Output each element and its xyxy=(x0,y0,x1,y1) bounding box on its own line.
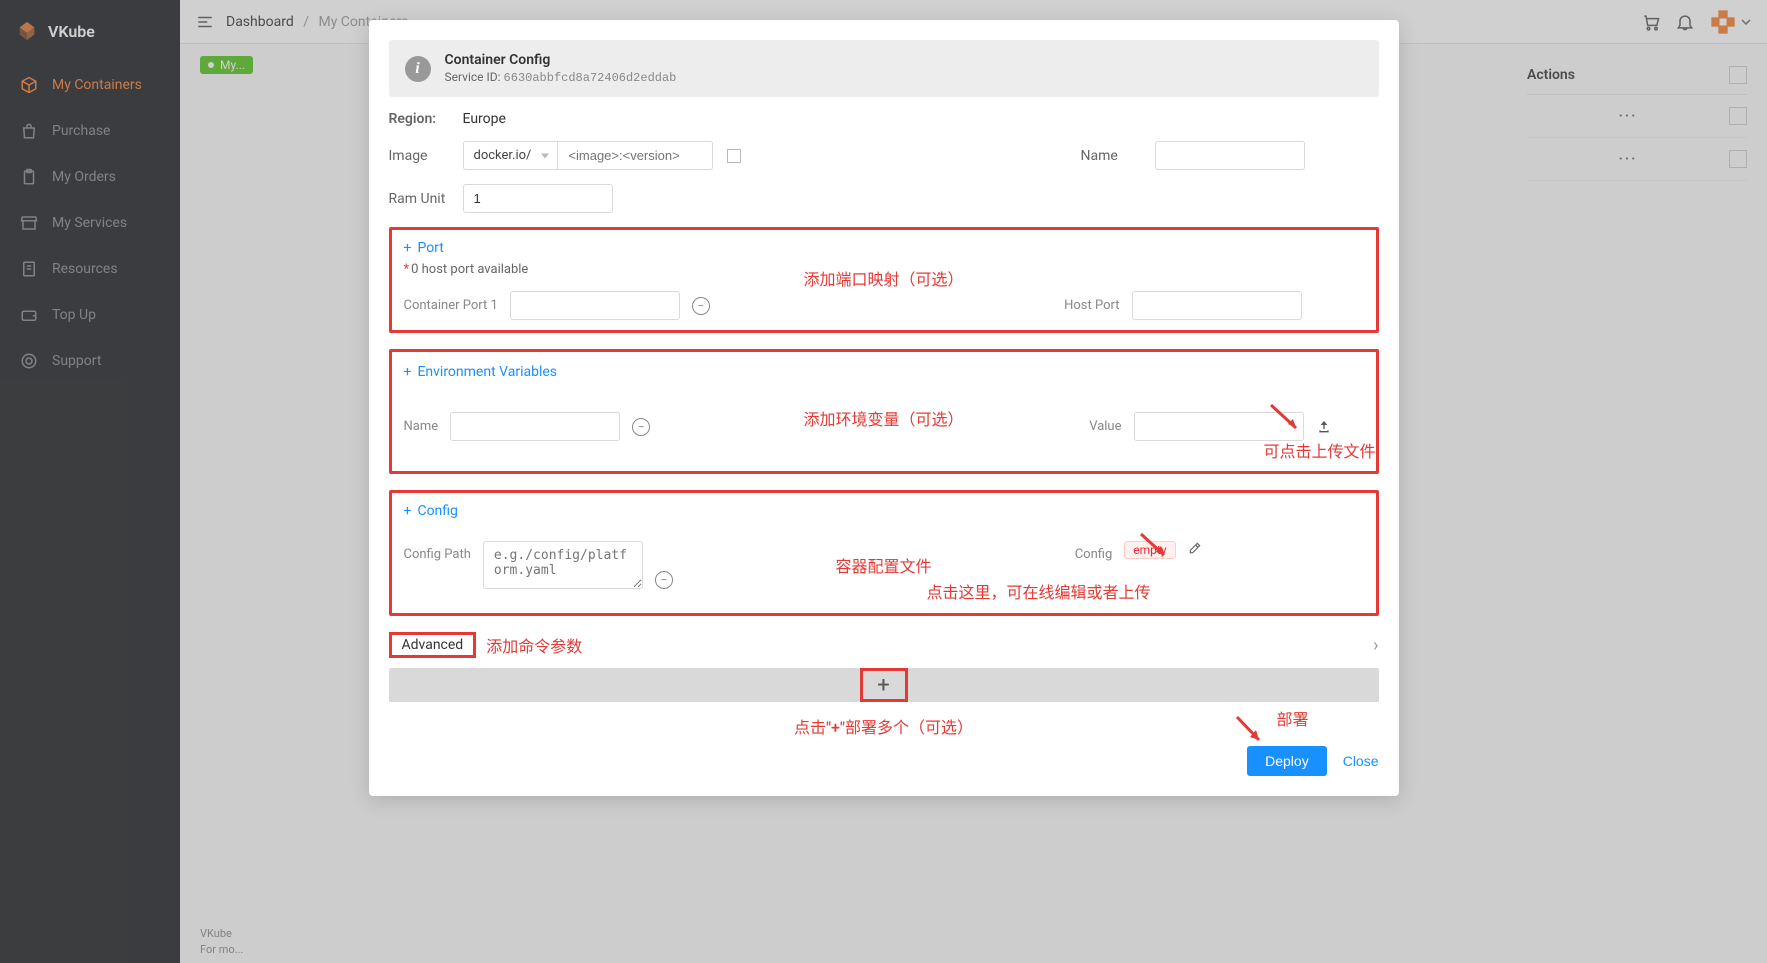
info-icon: i xyxy=(405,56,431,82)
add-port-link[interactable]: +Port xyxy=(404,240,444,256)
container-port-input[interactable] xyxy=(510,291,680,320)
config-value-label: Config xyxy=(1075,541,1113,562)
region-label: Region: xyxy=(389,111,449,127)
host-port-input[interactable] xyxy=(1132,291,1302,320)
annotation-config-edit: 点击这里，可在线编辑或者上传 xyxy=(927,579,1151,603)
modal-header: i Container Config Service ID: 6630abbfc… xyxy=(389,40,1379,97)
annotation-advanced: 添加命令参数 xyxy=(486,633,582,657)
env-section: +Environment Variables 添加环境变量（可选） Name −… xyxy=(389,349,1379,474)
chevron-right-icon[interactable]: › xyxy=(1373,635,1378,656)
advanced-row[interactable]: Advanced 添加命令参数 › xyxy=(389,632,1379,658)
edit-icon[interactable] xyxy=(1188,541,1202,555)
arrow-annotation xyxy=(1136,529,1176,573)
ram-label: Ram Unit xyxy=(389,191,449,207)
name-input[interactable] xyxy=(1155,141,1305,170)
env-name-input[interactable] xyxy=(450,412,620,441)
remove-config-button[interactable]: − xyxy=(655,571,673,589)
image-registry-select[interactable]: docker.io/ xyxy=(463,141,559,170)
annotation-upload: 可点击上传文件 xyxy=(1263,438,1375,462)
config-path-label: Config Path xyxy=(404,541,471,562)
port-section: +Port *0 host port available 添加端口映射（可选） … xyxy=(389,227,1379,333)
add-container-bar[interactable]: + xyxy=(389,668,1379,702)
modal-subtitle: Service ID: 6630abbfcd8a72406d2eddab xyxy=(445,70,677,85)
plus-icon: + xyxy=(860,668,908,702)
container-config-modal: i Container Config Service ID: 6630abbfc… xyxy=(369,20,1399,796)
ram-input[interactable] xyxy=(463,184,613,213)
remove-port-button[interactable]: − xyxy=(692,297,710,315)
image-input[interactable] xyxy=(558,141,713,170)
image-label: Image xyxy=(389,148,449,164)
add-env-link[interactable]: +Environment Variables xyxy=(404,364,558,380)
modal-title: Container Config xyxy=(445,52,677,68)
annotation-deploy: 部署 xyxy=(1276,706,1308,730)
close-button[interactable]: Close xyxy=(1343,753,1379,769)
container-port-label: Container Port 1 xyxy=(404,298,498,313)
env-value-label: Value xyxy=(1089,419,1121,434)
name-label: Name xyxy=(1081,148,1141,164)
advanced-label: Advanced xyxy=(389,632,477,658)
annotation-env: 添加环境变量（可选） xyxy=(803,406,963,430)
upload-icon[interactable] xyxy=(1316,419,1332,435)
env-name-label: Name xyxy=(404,419,439,434)
annotation-port: 添加端口映射（可选） xyxy=(803,266,963,290)
remove-env-button[interactable]: − xyxy=(632,418,650,436)
image-checkbox[interactable] xyxy=(727,149,741,163)
annotation-config-file: 容器配置文件 xyxy=(835,553,931,577)
host-port-label: Host Port xyxy=(1064,298,1119,313)
arrow-annotation xyxy=(1229,712,1269,756)
config-section: +Config 容器配置文件 Config Path − Config empt… xyxy=(389,490,1379,616)
add-config-link[interactable]: +Config xyxy=(404,503,458,519)
modal-footer: 部署 Deploy Close xyxy=(389,746,1379,776)
region-value: Europe xyxy=(463,111,506,127)
config-path-input[interactable] xyxy=(483,541,643,589)
